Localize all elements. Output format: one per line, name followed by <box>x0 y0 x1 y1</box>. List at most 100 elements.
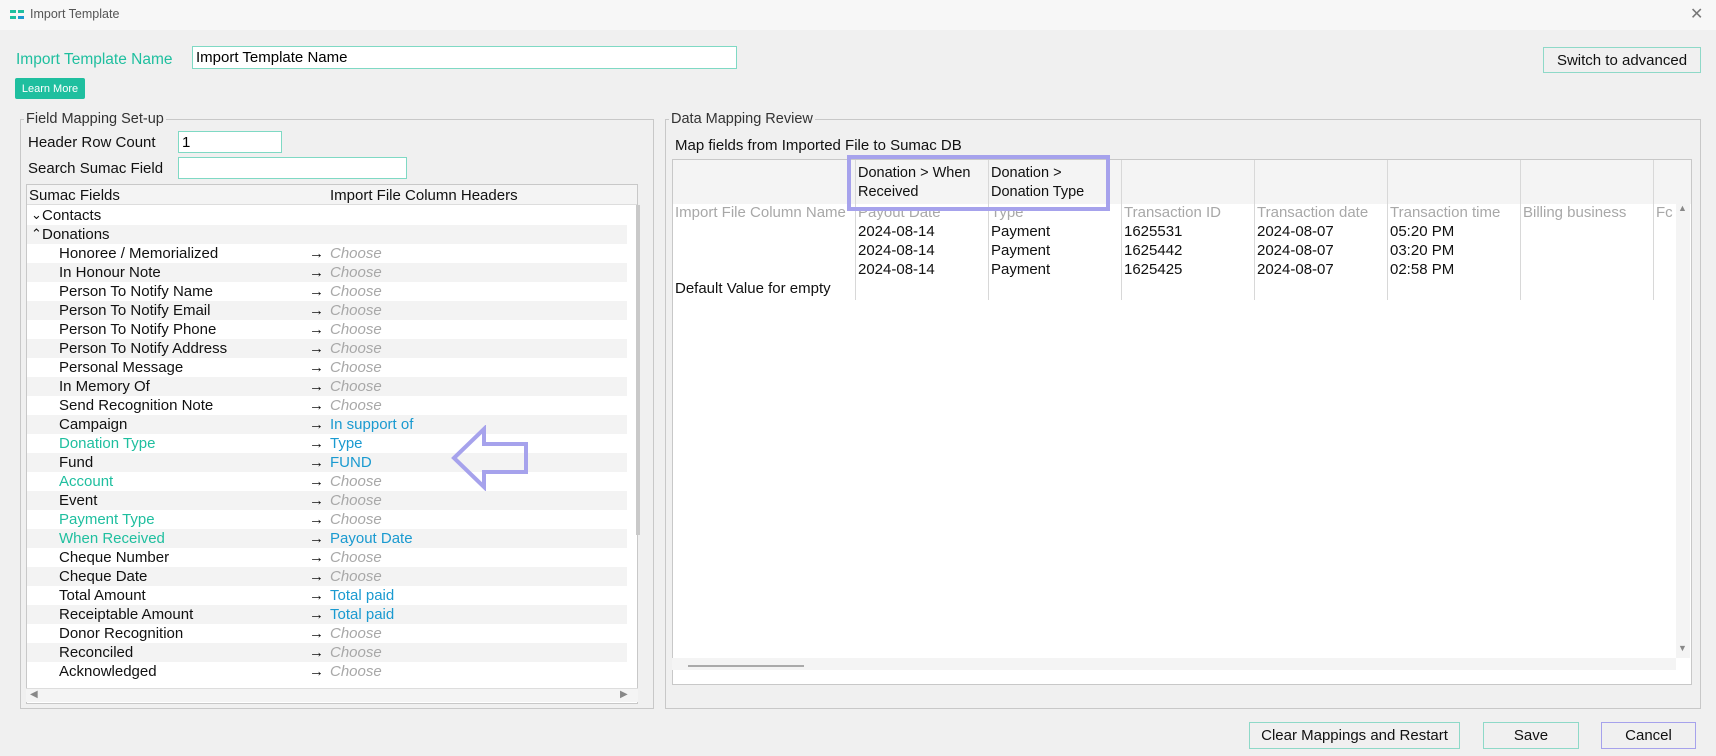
save-button[interactable]: Save <box>1483 722 1579 749</box>
sumac-field-label: Person To Notify Phone <box>59 321 217 338</box>
import-column-select[interactable]: Choose <box>330 340 382 357</box>
import-column-select[interactable]: Total paid <box>330 606 394 623</box>
clear-mappings-button[interactable]: Clear Mappings and Restart <box>1249 722 1460 749</box>
mapping-row[interactable]: Event → Choose <box>27 491 627 510</box>
data-cell: 2024-08-14 <box>858 223 935 240</box>
import-column-select[interactable]: In support of <box>330 416 413 433</box>
data-cell: 2024-08-14 <box>858 261 935 278</box>
sumac-field-label: Account <box>59 473 114 490</box>
import-column-select[interactable]: Choose <box>330 245 382 262</box>
data-cell: 03:20 PM <box>1390 242 1455 259</box>
mapping-row[interactable]: Cheque Number → Choose <box>27 548 627 567</box>
import-column-select[interactable]: Type <box>330 435 363 452</box>
data-cell: 2024-08-14 <box>858 242 935 259</box>
col-sumac-fields: Sumac Fields <box>29 187 120 204</box>
scroll-down-icon[interactable]: ▼ <box>1678 643 1687 653</box>
tree-vertical-scrollbar[interactable] <box>636 205 640 535</box>
import-column-name: Transaction date <box>1257 204 1369 221</box>
import-column-select[interactable]: Choose <box>330 397 382 414</box>
tree-group-label: Donations <box>42 226 110 243</box>
import-column-select[interactable]: Payout Date <box>330 530 413 547</box>
arrow-right-icon: → <box>309 283 324 300</box>
chevron-down-icon[interactable]: ⌄ <box>31 207 42 223</box>
mapping-row[interactable]: Person To Notify Name → Choose <box>27 282 627 301</box>
mapped-header-row <box>673 160 1691 204</box>
mapping-row[interactable]: Fund → FUND <box>27 453 627 472</box>
tree-group-contacts[interactable]: ⌄ Contacts <box>27 206 627 225</box>
import-column-select[interactable]: Choose <box>330 663 382 680</box>
mapping-row[interactable]: Campaign → In support of <box>27 415 627 434</box>
data-cell: 02:58 PM <box>1390 261 1455 278</box>
import-column-select[interactable]: Choose <box>330 378 382 395</box>
arrow-right-icon: → <box>309 397 324 414</box>
close-icon[interactable]: ✕ <box>1690 4 1703 24</box>
search-sumac-field-input[interactable] <box>178 157 407 179</box>
mapping-row[interactable]: Receiptable Amount → Total paid <box>27 605 627 624</box>
sumac-field-label: Receiptable Amount <box>59 606 194 623</box>
import-column-select[interactable]: Choose <box>330 321 382 338</box>
mapping-row[interactable]: Acknowledged → Choose <box>27 662 627 681</box>
sumac-field-label: Donor Recognition <box>59 625 184 642</box>
review-horizontal-scroll-thumb[interactable] <box>688 665 804 667</box>
sumac-field-label: Send Recognition Note <box>59 397 214 414</box>
scroll-left-icon[interactable]: ◀ <box>30 689 38 700</box>
template-name-input[interactable] <box>192 46 737 69</box>
mapping-row[interactable]: When Received → Payout Date <box>27 529 627 548</box>
arrow-right-icon: → <box>309 264 324 281</box>
mapping-row[interactable]: In Honour Note → Choose <box>27 263 627 282</box>
review-horizontal-scrollbar[interactable] <box>672 658 1676 670</box>
mapping-row[interactable]: Total Amount → Total paid <box>27 586 627 605</box>
arrow-right-icon: → <box>309 663 324 680</box>
tree-horizontal-scrollbar[interactable]: ◀ ▶ <box>26 688 638 702</box>
import-column-select[interactable]: Total paid <box>330 587 394 604</box>
arrow-right-icon: → <box>309 530 324 547</box>
mapping-review-grid: Donation > When Received Donation > Donatio… <box>672 159 1692 685</box>
mapping-row[interactable]: Personal Message → Choose <box>27 358 627 377</box>
import-column-select[interactable]: Choose <box>330 625 382 642</box>
import-column-select[interactable]: Choose <box>330 283 382 300</box>
mapping-row[interactable]: Account → Choose <box>27 472 627 491</box>
tree-group-donations[interactable]: ⌃ Donations <box>27 225 627 244</box>
mapping-row[interactable]: Cheque Date → Choose <box>27 567 627 586</box>
import-column-select[interactable]: Choose <box>330 492 382 509</box>
switch-advanced-button[interactable]: Switch to advanced <box>1543 47 1701 73</box>
mapping-row[interactable]: Reconciled → Choose <box>27 643 627 662</box>
mapping-row[interactable]: Send Recognition Note → Choose <box>27 396 627 415</box>
import-column-select[interactable]: FUND <box>330 454 372 471</box>
scroll-right-icon[interactable]: ▶ <box>620 689 628 700</box>
review-vertical-scrollbar[interactable]: ▲ ▼ <box>1676 203 1690 658</box>
import-column-select[interactable]: Choose <box>330 549 382 566</box>
import-column-select[interactable]: Choose <box>330 511 382 528</box>
sumac-field-label: Fund <box>59 454 94 471</box>
mapping-row[interactable]: Honoree / Memorialized → Choose <box>27 244 627 263</box>
import-column-select[interactable]: Choose <box>330 264 382 281</box>
mapping-row[interactable]: Person To Notify Address → Choose <box>27 339 627 358</box>
mapping-row[interactable]: Payment Type → Choose <box>27 510 627 529</box>
import-column-select[interactable]: Choose <box>330 359 382 376</box>
learn-more-button[interactable]: Learn More <box>15 78 85 99</box>
column-separator <box>1121 160 1122 300</box>
highlight-box-annotation <box>847 155 1110 211</box>
tree-group-label: Contacts <box>42 207 102 224</box>
sumac-field-label: When Received <box>59 530 165 547</box>
import-column-name: Fc <box>1656 204 1673 221</box>
arrow-right-icon: → <box>309 435 324 452</box>
scroll-up-icon[interactable]: ▲ <box>1678 203 1687 213</box>
sumac-field-label: Cheque Date <box>59 568 148 585</box>
import-column-select[interactable]: Choose <box>330 644 382 661</box>
chevron-up-icon[interactable]: ⌃ <box>31 226 42 242</box>
mapping-row[interactable]: Donor Recognition → Choose <box>27 624 627 643</box>
cancel-button[interactable]: Cancel <box>1601 722 1696 749</box>
mapping-row[interactable]: Person To Notify Email → Choose <box>27 301 627 320</box>
mapping-row[interactable]: Person To Notify Phone → Choose <box>27 320 627 339</box>
sumac-field-label: Total Amount <box>59 587 146 604</box>
import-column-select[interactable]: Choose <box>330 473 382 490</box>
sumac-field-label: Cheque Number <box>59 549 170 566</box>
header-row-count-input[interactable] <box>178 131 282 153</box>
arrow-right-icon: → <box>309 625 324 642</box>
arrow-right-icon: → <box>309 302 324 319</box>
import-column-select[interactable]: Choose <box>330 302 382 319</box>
import-column-select[interactable]: Choose <box>330 568 382 585</box>
mapping-row[interactable]: Donation Type → Type <box>27 434 627 453</box>
mapping-row[interactable]: In Memory Of → Choose <box>27 377 627 396</box>
